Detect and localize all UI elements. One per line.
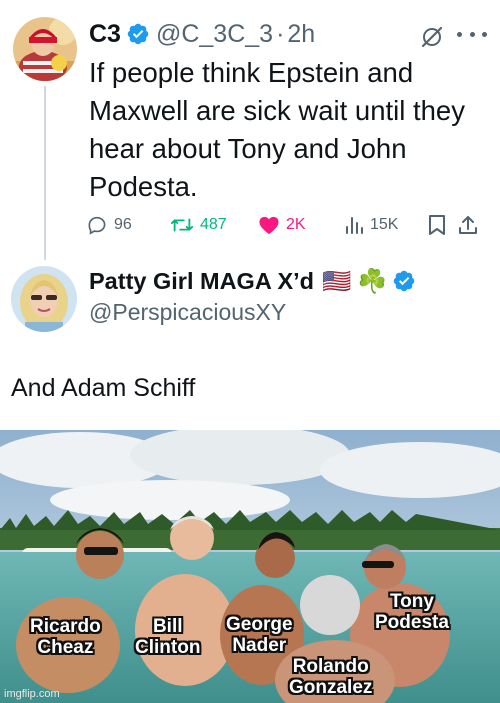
caption-line: Tony <box>389 591 434 612</box>
caption-line: George <box>226 614 293 635</box>
meme-caption: Rolando Gonzalez <box>289 656 372 698</box>
watermark: imgflip.com <box>4 688 60 700</box>
avatar[interactable] <box>11 266 77 332</box>
verified-badge-icon <box>126 22 150 46</box>
views-button[interactable]: 15K <box>344 208 398 242</box>
separator-dot: · <box>276 19 285 48</box>
meme-caption: Bill Clinton <box>135 616 200 658</box>
tweet-text: And Adam Schiff <box>11 374 196 402</box>
views-icon <box>346 217 363 234</box>
caption-line: Nader <box>232 635 287 656</box>
like-count: 2K <box>286 216 306 233</box>
caption-line: Bill <box>152 616 183 637</box>
caption-line: Rolando <box>292 656 369 677</box>
avatar-image <box>13 17 77 81</box>
meme-caption: Tony Podesta <box>375 591 449 633</box>
tweet-text: If people think Epstein and Maxwell are … <box>89 57 465 202</box>
caption-line: Cheaz <box>37 637 94 658</box>
meme-photo <box>0 430 500 703</box>
meme-caption: George Nader <box>226 614 293 656</box>
name-emojis: 🇺🇸 ☘️ <box>322 268 388 294</box>
avatar-image <box>11 266 77 332</box>
user-handle[interactable]: @PerspicaciousXY <box>89 299 286 326</box>
tweet-actions: 96 487 2K 15K <box>86 208 490 242</box>
more-dot <box>482 31 487 37</box>
tweet-header: C3 @C_3C_3 · 2h <box>89 17 315 51</box>
meme-caption: Ricardo Cheaz <box>30 616 101 658</box>
reply-button[interactable]: 96 <box>86 208 132 242</box>
meme-image[interactable]: Ricardo Cheaz Bill Clinton George Nader … <box>0 430 500 703</box>
display-name[interactable]: Patty Girl MAGA X’d 🇺🇸 ☘️ <box>89 263 422 299</box>
more-dot <box>457 31 462 37</box>
view-count: 15K <box>370 216 399 233</box>
bookmark-button[interactable] <box>428 208 446 242</box>
retweet-icon <box>170 218 194 232</box>
reply-icon <box>88 216 106 235</box>
caption-line: Podesta <box>375 612 449 633</box>
more-icon[interactable] <box>457 26 487 42</box>
caption-line: Gonzalez <box>289 677 373 698</box>
like-button[interactable]: 2K <box>258 208 306 242</box>
caption-line: Clinton <box>135 637 201 658</box>
display-name[interactable]: C3 <box>89 20 121 49</box>
verified-badge-icon <box>392 269 416 293</box>
share-icon <box>459 216 477 234</box>
avatar[interactable] <box>13 17 77 81</box>
more-dot <box>469 31 475 37</box>
user-handle[interactable]: @C_3C_3 <box>156 20 273 49</box>
timestamp[interactable]: 2h <box>287 20 315 49</box>
retweet-count: 487 <box>200 216 227 233</box>
thread-line <box>44 86 46 260</box>
heart-icon <box>259 216 279 235</box>
display-name-text: Patty Girl MAGA X’d <box>89 267 315 294</box>
grok-icon[interactable] <box>419 24 445 50</box>
bookmark-icon <box>429 215 445 235</box>
caption-line: Ricardo <box>30 616 101 637</box>
share-button[interactable] <box>457 208 479 242</box>
retweet-button[interactable]: 487 <box>170 208 227 242</box>
reply-count: 96 <box>114 216 132 233</box>
